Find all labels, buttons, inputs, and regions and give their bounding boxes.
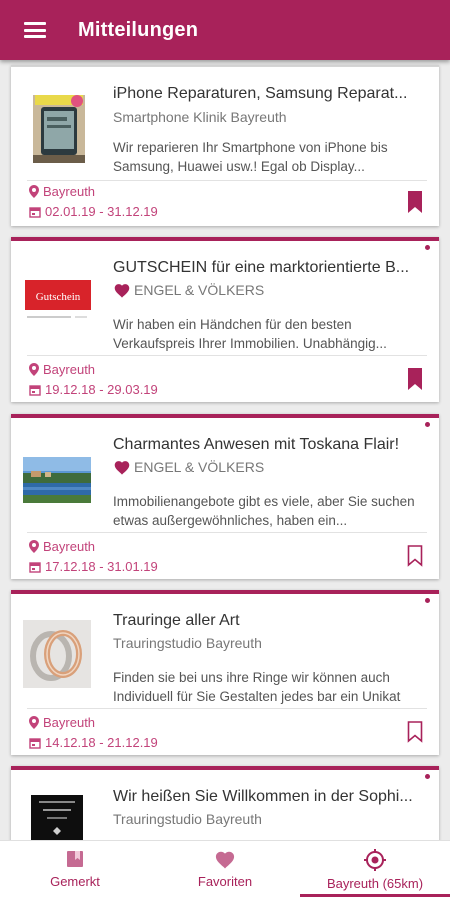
- divider: [27, 532, 427, 533]
- location-label: Bayreuth: [43, 539, 96, 554]
- location-target-icon: [364, 849, 386, 871]
- message-sender: Trauringstudio Bayreuth: [113, 811, 421, 827]
- message-title: Trauringe aller Art: [113, 612, 240, 629]
- sender-name: Smartphone Klinik Bayreuth: [113, 109, 287, 125]
- nav-label: Bayreuth (65km): [326, 876, 424, 891]
- nav-label: Favoriten: [197, 874, 253, 889]
- message-location: Bayreuth: [29, 362, 95, 377]
- location-pin-icon: [29, 540, 39, 553]
- message-thumbnail: [23, 457, 91, 503]
- message-description: Immobilienangebote gibt es viele, aber S…: [113, 494, 415, 528]
- message-dates: 17.12.18 - 31.01.19: [29, 559, 158, 574]
- location-label: Bayreuth: [43, 715, 96, 730]
- nav-bookmarked[interactable]: Gemerkt: [0, 841, 150, 901]
- message-location: Bayreuth: [29, 715, 95, 730]
- message-sender: ENGEL & VÖLKERS: [113, 459, 421, 475]
- calendar-icon: [29, 737, 41, 749]
- hamburger-menu-icon[interactable]: [24, 22, 46, 38]
- message-description: Finden sie bei uns ihre Ringe wir können…: [113, 670, 401, 704]
- bookmarks-icon: [67, 851, 83, 867]
- bookmark-outline-icon[interactable]: [407, 545, 423, 567]
- message-card[interactable]: Trauringe aller Art Trauringstudio Bayre…: [11, 590, 439, 755]
- message-title: Charmantes Anwesen mit Toskana Flair!: [113, 436, 400, 453]
- message-card[interactable]: iPhone Reparaturen, Samsung Reparat... S…: [11, 65, 439, 226]
- location-pin-icon: [29, 363, 39, 376]
- message-location: Bayreuth: [29, 539, 95, 554]
- thumbnail-caption: Gutschein: [36, 291, 81, 303]
- message-sender: ENGEL & VÖLKERS: [113, 282, 421, 298]
- divider: [27, 180, 427, 181]
- app-bar: Mitteilungen: [0, 0, 450, 60]
- calendar-icon: [29, 561, 41, 573]
- bookmark-outline-icon[interactable]: [407, 721, 423, 743]
- unread-indicator: [425, 774, 430, 779]
- sender-name: ENGEL & VÖLKERS: [134, 459, 265, 475]
- message-title: iPhone Reparaturen, Samsung Reparat...: [113, 85, 408, 102]
- message-card[interactable]: Gutschein GUTSCHEIN für eine marktorient…: [11, 237, 439, 402]
- favorite-heart-icon: [114, 461, 130, 475]
- divider: [27, 355, 427, 356]
- bookmark-filled-icon[interactable]: [407, 368, 423, 390]
- message-dates: 14.12.18 - 21.12.19: [29, 735, 158, 750]
- message-thumbnail: [31, 795, 83, 840]
- date-range: 02.01.19 - 31.12.19: [45, 204, 158, 219]
- message-description: Wir reparieren Ihr Smartphone von iPhone…: [113, 140, 388, 174]
- nav-favorites[interactable]: Favoriten: [150, 841, 300, 901]
- page-title: Mitteilungen: [78, 18, 199, 41]
- message-thumbnail: [33, 95, 85, 163]
- location-label: Bayreuth: [43, 362, 96, 377]
- sender-name: Trauringstudio Bayreuth: [113, 635, 262, 651]
- date-range: 19.12.18 - 29.03.19: [45, 382, 158, 397]
- sender-name: ENGEL & VÖLKERS: [134, 282, 265, 298]
- message-sender: Smartphone Klinik Bayreuth: [113, 109, 421, 125]
- heart-icon: [215, 851, 235, 869]
- message-description: Wir haben ein Händchen für den besten Ve…: [113, 317, 387, 351]
- calendar-icon: [29, 384, 41, 396]
- message-card[interactable]: Charmantes Anwesen mit Toskana Flair! EN…: [11, 414, 439, 579]
- nav-label: Gemerkt: [50, 874, 100, 889]
- location-pin-icon: [29, 716, 39, 729]
- message-title: GUTSCHEIN für eine marktorientierte B...: [113, 259, 410, 276]
- location-pin-icon: [29, 185, 39, 198]
- date-range: 14.12.18 - 21.12.19: [45, 735, 158, 750]
- message-title: Wir heißen Sie Willkommen in der Sophi..…: [113, 788, 413, 805]
- message-thumbnail: Gutschein: [23, 276, 95, 326]
- unread-indicator: [425, 598, 430, 603]
- message-thumbnail: [23, 620, 91, 688]
- divider: [27, 708, 427, 709]
- unread-indicator: [425, 245, 430, 250]
- message-dates: 19.12.18 - 29.03.19: [29, 382, 158, 397]
- calendar-icon: [29, 206, 41, 218]
- bookmark-filled-icon[interactable]: [407, 191, 423, 213]
- location-label: Bayreuth: [43, 184, 96, 199]
- message-location: Bayreuth: [29, 184, 95, 199]
- unread-indicator: [425, 422, 430, 427]
- bottom-navigation: Gemerkt Favoriten Bayreuth (65km): [0, 840, 450, 901]
- message-card[interactable]: Wir heißen Sie Willkommen in der Sophi..…: [11, 766, 439, 840]
- sender-name: Trauringstudio Bayreuth: [113, 811, 262, 827]
- message-sender: Trauringstudio Bayreuth: [113, 635, 421, 651]
- nav-location[interactable]: Bayreuth (65km): [300, 841, 450, 901]
- date-range: 17.12.18 - 31.01.19: [45, 559, 158, 574]
- favorite-heart-icon: [114, 284, 130, 298]
- message-dates: 02.01.19 - 31.12.19: [29, 204, 158, 219]
- message-list[interactable]: iPhone Reparaturen, Samsung Reparat... S…: [0, 60, 450, 840]
